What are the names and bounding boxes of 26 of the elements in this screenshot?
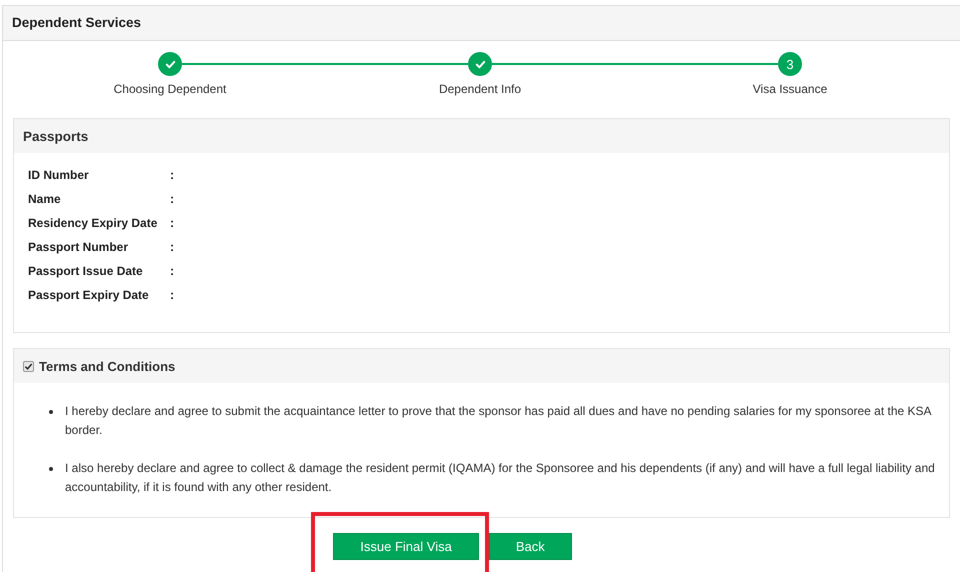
section-title: Terms and Conditions [39, 358, 176, 374]
field-label: ID Number [28, 167, 90, 183]
bullet-icon [49, 467, 53, 471]
bullet-icon [49, 410, 53, 414]
terms-text: I hereby declare and agree to submit the acquaintance letter to prove that the sponsor has paid all dues and have no pending salaries for my sponsoree at the KSA border. [65, 403, 932, 439]
field-separator: : [170, 263, 174, 279]
field-separator: : [170, 191, 174, 207]
field-label: Passport Number [28, 239, 130, 255]
field-label: Passport Expiry Date [28, 287, 150, 303]
terms-checkbox[interactable] [23, 360, 34, 372]
section-title: Passports [23, 128, 88, 144]
step-label: Dependent Info [438, 82, 522, 96]
panel-title: Dependent Services [3, 6, 960, 41]
field-label: Residency Expiry Date [28, 215, 158, 231]
step-number: 3 [778, 52, 802, 76]
action-button[interactable]: Issue Final Visa [333, 533, 479, 560]
field-separator: : [170, 287, 174, 303]
field-label: Passport Issue Date [28, 263, 144, 279]
field-separator: : [170, 167, 174, 183]
terms-text: I also hereby declare and agree to collect & damage the resident permit (IQAMA) for the Sponsoree and his dependents (if any) and will have a full legal liability and accountability, if it is found with any other resident. [65, 460, 936, 496]
field-separator: : [170, 215, 174, 231]
step-label: Choosing Dependent [114, 82, 226, 96]
field-label: Name [28, 191, 62, 207]
action-button[interactable]: Back [488, 533, 572, 560]
field-separator: : [170, 239, 174, 255]
step-label: Visa Issuance [752, 82, 828, 96]
